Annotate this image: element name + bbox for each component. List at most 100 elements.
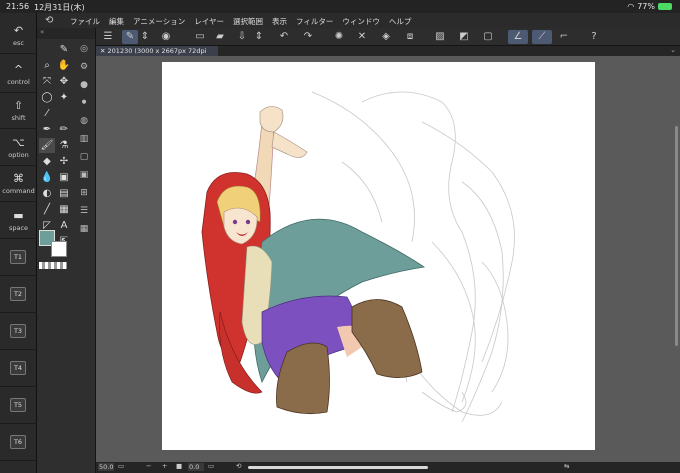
airbrush-icon[interactable]: ⚗ [56, 138, 72, 153]
collapse-arrows-icon[interactable]: « [40, 28, 44, 36]
menu-filter[interactable]: フィルター [296, 16, 333, 27]
tool-property-icon[interactable]: ⚙ [77, 60, 91, 74]
layer-property-icon[interactable]: ▣ [77, 168, 91, 182]
drawing-canvas[interactable] [162, 62, 595, 450]
eyedropper-icon[interactable]: ⁄ [39, 106, 55, 121]
navigator-icon[interactable]: ⊞ [77, 186, 91, 200]
command-key[interactable]: ⌘ command [0, 166, 37, 202]
menu-file[interactable]: ファイル [70, 16, 100, 27]
status-bar: 21:56 12月31日(木) ◠ 77% [0, 0, 680, 13]
zoom-out-icon[interactable]: − [146, 462, 151, 470]
transform-icon[interactable]: ⧈ [402, 30, 418, 44]
space-key[interactable]: ▬ space [0, 203, 37, 239]
sub-color-swatch[interactable] [51, 241, 67, 257]
frame-border-icon[interactable]: ▦ [56, 202, 72, 217]
undo-icon[interactable]: ↶ [276, 30, 292, 44]
pencil-icon[interactable]: ✏ [56, 122, 72, 137]
move-tool-icon[interactable]: ✥ [56, 74, 72, 89]
updown-stepper-icon[interactable]: ⇕ [140, 30, 150, 44]
app-logo-icon[interactable]: ⟲ [45, 15, 53, 26]
lasso-tool-icon[interactable]: ◯ [39, 90, 55, 105]
option-key[interactable]: ⌥ option [0, 130, 37, 166]
control-label: control [7, 78, 30, 86]
menu-view[interactable]: 表示 [272, 16, 287, 27]
esc-key[interactable]: ↶ esc [0, 18, 37, 54]
clear-selection-icon[interactable]: ✺ [331, 30, 347, 44]
open-folder-icon[interactable]: ▰ [212, 30, 228, 44]
fill-icon[interactable]: ▣ [56, 170, 72, 185]
control-key[interactable]: ^ control [0, 57, 37, 93]
deselect-icon[interactable]: ▨ [432, 30, 448, 44]
t6-key[interactable]: T6 [0, 424, 37, 461]
gradient-fill-icon[interactable]: ▤ [56, 186, 72, 201]
transparent-color-swatch[interactable] [39, 262, 67, 269]
tab-dropdown-icon[interactable]: ⌄ [670, 46, 676, 54]
zoom-in-icon[interactable]: + [162, 462, 167, 470]
magic-wand-icon[interactable]: ✦ [56, 90, 72, 105]
snap-ruler-icon[interactable]: ∠ [508, 30, 528, 44]
flip-icon[interactable]: ⇆ [564, 462, 569, 470]
blend-icon[interactable]: 💧 [39, 170, 55, 185]
color-slider-icon[interactable]: ◍ [77, 114, 91, 128]
layers-icon[interactable]: ☰ [77, 204, 91, 218]
snap-special-ruler-icon[interactable]: ⟋ [532, 30, 552, 44]
text-tool-icon[interactable]: A [56, 218, 72, 233]
battery-percent: 77% [637, 2, 655, 11]
brush-icon[interactable]: 🖌 [39, 138, 55, 153]
brush-size-icon[interactable]: ● [77, 78, 91, 92]
gallery-icon[interactable]: ◉ [158, 30, 174, 44]
reset-rotation-icon[interactable]: ⟲ [236, 462, 241, 470]
sub-tool-column: ◎ ⚙ ● ⚫ ◍ ▥ ▢ ▣ ⊞ ☰ ▦ [75, 42, 93, 236]
menu-hamburger-icon[interactable]: ☰ [100, 30, 116, 44]
hand-tool-icon[interactable]: ✋ [56, 58, 72, 73]
modifier-key-panel: ↶ esc ^ control ⇧ shift ⌥ option ⌘ comma… [0, 13, 37, 473]
t1-key[interactable]: T1 [0, 239, 37, 276]
fit-icon[interactable]: ■ [176, 462, 182, 470]
zoom-tool-icon[interactable]: ⌕ [39, 58, 55, 73]
rotation-angle[interactable]: 0.0 [188, 463, 204, 471]
rotate-slider-icon[interactable]: ▭ [208, 462, 214, 470]
horizontal-scrollbar[interactable] [248, 466, 428, 469]
clear-layer-icon[interactable]: ✕ [354, 30, 370, 44]
eraser-icon[interactable]: ◆ [39, 154, 55, 169]
menu-window[interactable]: ウィンドウ [342, 16, 380, 27]
t2-key[interactable]: T2 [0, 276, 37, 313]
material-icon[interactable]: ▦ [77, 222, 91, 236]
space-label: space [8, 224, 29, 232]
close-tab-icon[interactable]: ✕ [100, 47, 105, 55]
pen-tool-icon[interactable]: ✎ [56, 42, 72, 57]
t5-key[interactable]: T5 [0, 387, 37, 424]
redo-icon[interactable]: ↷ [300, 30, 316, 44]
menu-layer[interactable]: レイヤー [194, 16, 224, 27]
menu-selection[interactable]: 選択範囲 [233, 16, 263, 27]
vertical-scrollbar[interactable] [675, 126, 678, 346]
sub-tool-icon[interactable]: ⚫ [77, 96, 91, 110]
color-wheel-icon[interactable]: ◎ [77, 42, 91, 56]
color-set-icon[interactable]: ▥ [77, 132, 91, 146]
shift-key[interactable]: ⇧ shift [0, 93, 37, 129]
help-icon[interactable]: ? [586, 30, 602, 44]
figure-icon[interactable]: ╱ [39, 202, 55, 217]
selection-border-icon[interactable]: ▢ [480, 30, 496, 44]
menu-animation[interactable]: アニメーション [133, 16, 185, 27]
canvas-viewport[interactable] [96, 56, 680, 462]
save-icon[interactable]: ⇩ [234, 30, 250, 44]
menu-edit[interactable]: 編集 [109, 16, 124, 27]
pen-icon[interactable]: ✒ [39, 122, 55, 137]
fill-command-icon[interactable]: ◈ [378, 30, 394, 44]
menu-help[interactable]: ヘルプ [389, 16, 412, 27]
snap-grid-icon[interactable]: ⌐ [556, 30, 572, 44]
pen-quick-icon[interactable]: ✎ [122, 30, 138, 44]
gradient-icon[interactable]: ◐ [39, 186, 55, 201]
document-tab[interactable]: ✕ 201230 (3000 x 2667px 72dpi 50.0%) [96, 46, 218, 65]
save-stepper-icon[interactable]: ⇕ [254, 30, 264, 44]
invert-selection-icon[interactable]: ◩ [456, 30, 472, 44]
operation-tool-icon[interactable]: ⤧ [39, 74, 55, 89]
history-icon[interactable]: ▢ [77, 150, 91, 164]
t4-key[interactable]: T4 [0, 350, 37, 387]
zoom-level[interactable]: 50.0 [98, 463, 114, 471]
zoom-slider-icon[interactable]: ▭ [118, 462, 124, 470]
t3-key[interactable]: T3 [0, 313, 37, 350]
decoration-icon[interactable]: ✢ [56, 154, 72, 169]
new-file-icon[interactable]: ▭ [192, 30, 208, 44]
